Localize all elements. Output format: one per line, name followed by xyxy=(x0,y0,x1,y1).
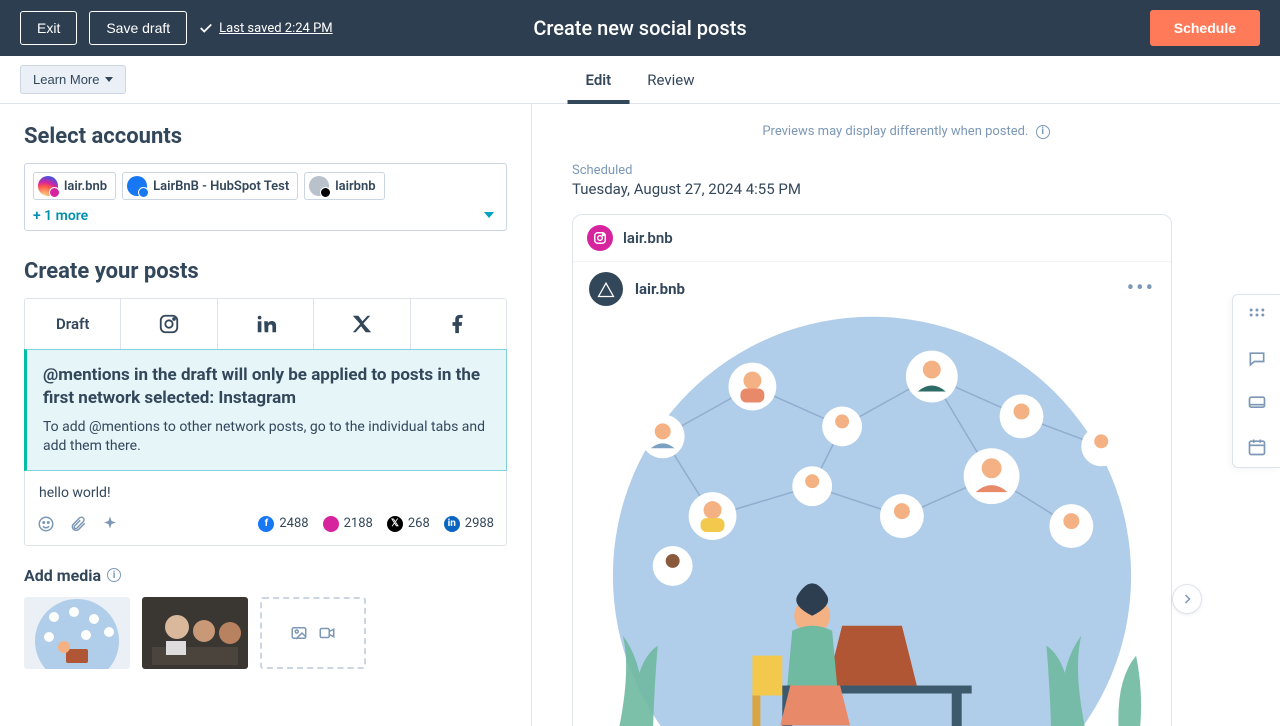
preview-disclaimer: Previews may display differently when po… xyxy=(572,124,1240,139)
main-content: Select accounts lair.bnb LairBnB - HubSp… xyxy=(0,104,1280,726)
tab-review[interactable]: Review xyxy=(629,56,712,103)
thumbnail-image xyxy=(24,597,130,669)
video-icon xyxy=(317,624,337,642)
account-dropdown-toggle[interactable] xyxy=(484,212,494,218)
count-linkedin: in2988 xyxy=(444,516,494,532)
account-chip[interactable]: LairBnB - HubSpot Test xyxy=(122,172,298,200)
display-icon xyxy=(1247,393,1267,413)
check-icon xyxy=(199,21,213,35)
scheduled-label: Scheduled xyxy=(572,163,1240,178)
chevron-right-icon xyxy=(1181,593,1193,605)
tab-linkedin[interactable] xyxy=(218,299,314,349)
facebook-icon: f xyxy=(258,516,274,532)
x-twitter-icon: 𝕏 xyxy=(387,516,403,532)
comment-icon xyxy=(1247,349,1267,369)
next-preview-button[interactable] xyxy=(1172,584,1202,614)
char-counts: f2488 2188 𝕏268 in2988 xyxy=(258,516,494,532)
platform-tabs: Draft xyxy=(24,298,507,349)
preview-image xyxy=(573,316,1171,726)
rail-grid-button[interactable] xyxy=(1247,305,1267,325)
compose-pane: Select accounts lair.bnb LairBnB - HubSp… xyxy=(0,104,532,726)
learn-more-label: Learn More xyxy=(33,72,99,87)
more-accounts-link[interactable]: + 1 more xyxy=(33,208,498,224)
mentions-notice: @mentions in the draft will only be appl… xyxy=(24,349,507,471)
thumbnail-image xyxy=(142,597,248,669)
grid-icon xyxy=(1247,305,1267,325)
count-x: 𝕏268 xyxy=(387,516,430,532)
side-rail xyxy=(1232,294,1280,468)
account-chip[interactable]: lair.bnb xyxy=(33,172,116,200)
compose-toolbar: f2488 2188 𝕏268 in2988 xyxy=(25,507,506,545)
tab-x-twitter[interactable] xyxy=(314,299,410,349)
chip-label: lairbnb xyxy=(335,179,375,194)
info-icon[interactable]: i xyxy=(107,568,121,582)
create-posts-heading: Create your posts xyxy=(24,259,507,284)
ai-sparkle-button[interactable] xyxy=(101,515,119,533)
scheduled-time: Tuesday, August 27, 2024 4:55 PM xyxy=(572,180,1240,198)
rail-comments-button[interactable] xyxy=(1247,349,1267,369)
schedule-button[interactable]: Schedule xyxy=(1150,10,1260,46)
notice-title: @mentions in the draft will only be appl… xyxy=(43,364,490,410)
preview-post-header: lair.bnb ••• xyxy=(573,261,1171,316)
last-saved-indicator: Last saved 2:24 PM xyxy=(199,21,332,36)
instagram-icon xyxy=(158,313,180,335)
facebook-icon xyxy=(447,313,469,335)
add-media-button[interactable] xyxy=(260,597,366,669)
image-icon xyxy=(289,624,309,642)
x-twitter-icon xyxy=(309,176,329,196)
linkedin-icon: in xyxy=(444,516,460,532)
chip-label: LairBnB - HubSpot Test xyxy=(153,179,289,194)
media-thumbnails xyxy=(24,597,507,669)
caret-down-icon xyxy=(105,77,113,82)
select-accounts-heading: Select accounts xyxy=(24,124,507,149)
media-thumb[interactable] xyxy=(142,597,248,669)
compose-textarea[interactable]: hello world! xyxy=(25,471,506,507)
rail-calendar-button[interactable] xyxy=(1247,437,1267,457)
preview-account-name: lair.bnb xyxy=(623,229,673,247)
facebook-icon xyxy=(127,176,147,196)
exit-button[interactable]: Exit xyxy=(20,11,77,45)
tab-edit[interactable]: Edit xyxy=(568,56,630,103)
page-title: Create new social posts xyxy=(533,16,746,40)
more-options-button[interactable]: ••• xyxy=(1127,278,1155,300)
top-bar: Exit Save draft Last saved 2:24 PM Creat… xyxy=(0,0,1280,56)
post-preview-card: lair.bnb lair.bnb ••• xyxy=(572,214,1172,726)
last-saved-text: Last saved 2:24 PM xyxy=(219,21,332,36)
save-draft-button[interactable]: Save draft xyxy=(89,11,187,45)
count-facebook: f2488 xyxy=(258,516,308,532)
count-instagram: 2188 xyxy=(323,516,373,532)
preview-username: lair.bnb xyxy=(635,280,685,298)
tab-facebook[interactable] xyxy=(411,299,506,349)
emoji-picker-button[interactable] xyxy=(37,515,55,533)
paperclip-icon xyxy=(69,515,87,533)
account-selector[interactable]: lair.bnb LairBnB - HubSpot Test lairbnb … xyxy=(24,163,507,231)
x-twitter-icon xyxy=(351,313,373,335)
notice-subtext: To add @mentions to other network posts,… xyxy=(43,418,490,456)
media-thumb[interactable] xyxy=(24,597,130,669)
post-composer: hello world! f2488 2188 𝕏268 in2988 xyxy=(24,471,507,546)
instagram-icon xyxy=(323,516,339,532)
tab-instagram[interactable] xyxy=(121,299,217,349)
emoji-icon xyxy=(37,515,55,533)
avatar xyxy=(589,272,623,306)
preview-network-header: lair.bnb xyxy=(573,215,1171,261)
rail-display-button[interactable] xyxy=(1247,393,1267,413)
learn-more-button[interactable]: Learn More xyxy=(20,65,126,94)
add-media-heading: Add media i xyxy=(24,566,507,585)
calendar-icon xyxy=(1247,437,1267,457)
instagram-icon xyxy=(38,176,58,196)
chip-label: lair.bnb xyxy=(64,179,107,194)
mode-tabs: Edit Review xyxy=(568,56,713,103)
tab-draft[interactable]: Draft xyxy=(25,299,121,349)
info-icon[interactable]: i xyxy=(1036,125,1050,139)
account-chip[interactable]: lairbnb xyxy=(304,172,384,200)
attachment-button[interactable] xyxy=(69,515,87,533)
sparkle-icon xyxy=(101,515,119,533)
triangle-down-icon xyxy=(484,212,494,218)
instagram-icon xyxy=(587,225,613,251)
preview-pane: Previews may display differently when po… xyxy=(532,104,1280,726)
linkedin-icon xyxy=(255,313,277,335)
secondary-bar: Learn More Edit Review xyxy=(0,56,1280,104)
